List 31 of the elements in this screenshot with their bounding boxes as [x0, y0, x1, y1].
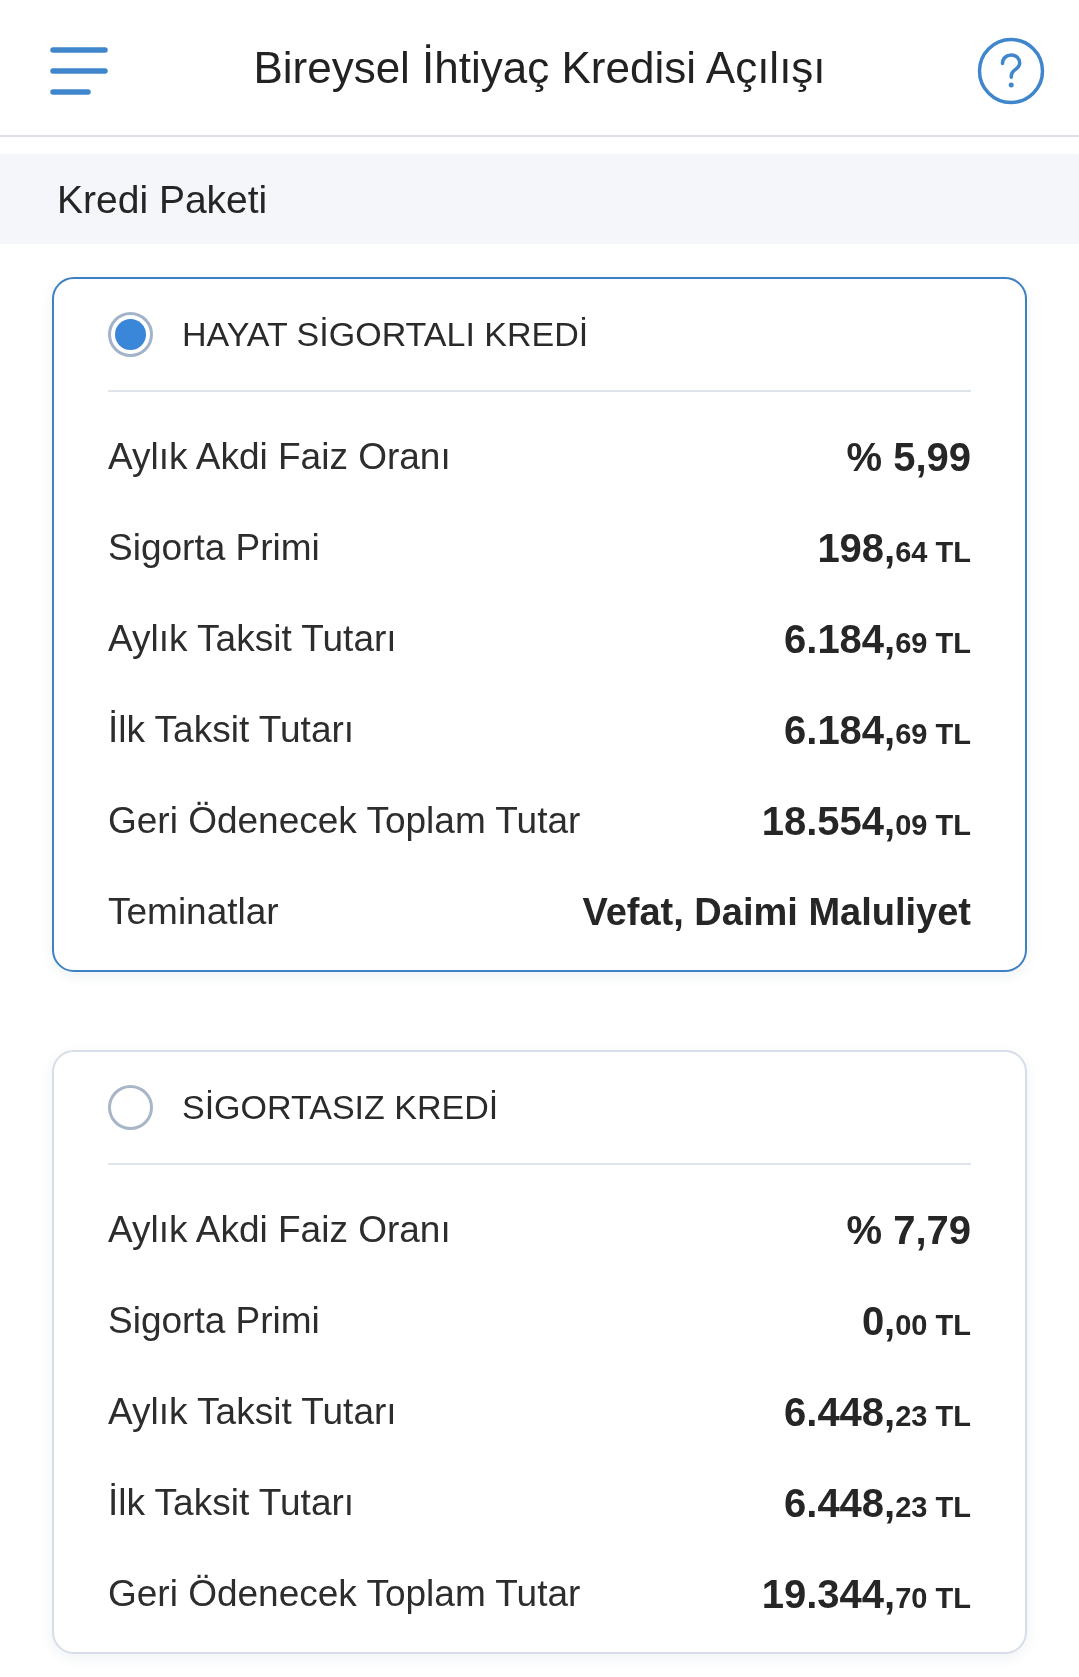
row-label: Aylık Taksit Tutarı	[108, 1393, 397, 1430]
row-label: Teminatlar	[108, 893, 279, 930]
radio-button[interactable]	[108, 311, 153, 357]
amount-value: 19.344,70 TL	[761, 1573, 971, 1614]
rate-value: % 5,99	[846, 436, 971, 477]
amount-value: 18.554,09 TL	[761, 800, 971, 841]
row-label: Aylık Akdi Faiz Oranı	[108, 1211, 451, 1248]
row-label: Geri Ödenecek Toplam Tutar	[108, 1575, 581, 1612]
coverage-value: Vefat, Daimi Maluliyet	[582, 892, 971, 931]
package-name: SİGORTASIZ KREDİ	[182, 1090, 499, 1124]
radio-button[interactable]	[108, 1084, 153, 1130]
row-label: Sigorta Primi	[108, 529, 320, 566]
page-title: Bireysel İhtiyaç Kredisi Açılışı	[253, 45, 826, 90]
menu-icon	[50, 46, 108, 96]
help-icon	[977, 37, 1045, 105]
amount-value: 6.448,23 TL	[784, 1482, 971, 1523]
package-name: HAYAT SİGORTALI KREDİ	[182, 317, 589, 351]
row-label: Aylık Akdi Faiz Oranı	[108, 438, 451, 475]
help-button[interactable]	[976, 36, 1046, 106]
amount-value: 6.184,69 TL	[784, 618, 971, 659]
row-label: Geri Ödenecek Toplam Tutar	[108, 802, 581, 839]
amount-value: 198,64 TL	[817, 527, 971, 568]
amount-value: 0,00 TL	[861, 1300, 971, 1341]
row-label: Aylık Taksit Tutarı	[108, 620, 397, 657]
amount-value: 6.448,23 TL	[784, 1391, 971, 1432]
section-title: Kredi Paketi	[57, 179, 268, 219]
amount-value: 6.184,69 TL	[784, 709, 971, 750]
row-label: Sigorta Primi	[108, 1302, 320, 1339]
row-label: İlk Taksit Tutarı	[108, 711, 355, 748]
rate-value: % 7,79	[846, 1209, 971, 1250]
row-label: İlk Taksit Tutarı	[108, 1484, 355, 1521]
